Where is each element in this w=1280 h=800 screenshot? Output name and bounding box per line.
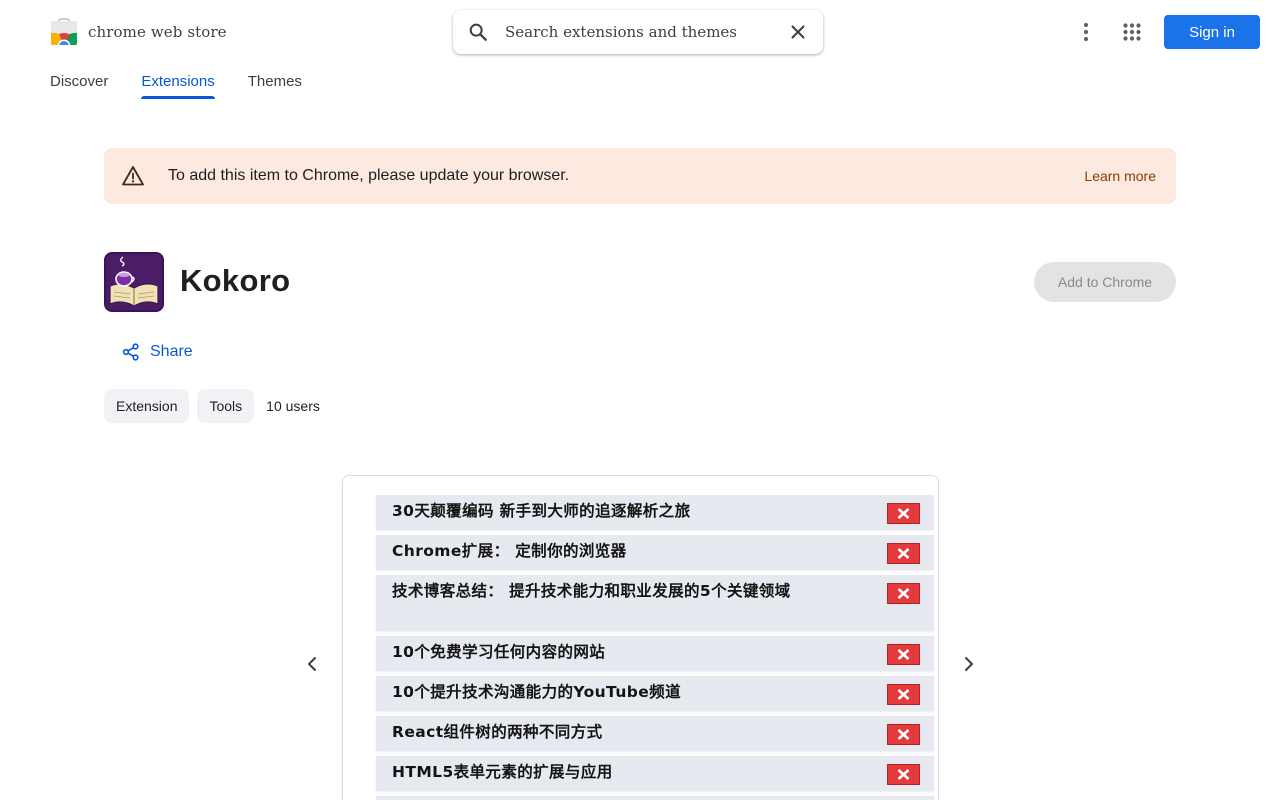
list-item: React组件树的两种不同方式 (376, 716, 934, 751)
list-item: 技术博客总结： 提升技术能力和职业发展的5个关键领域 (376, 575, 934, 631)
delete-icon (887, 684, 920, 705)
list-item-text: HTML5表单元素的扩展与应用 (392, 763, 613, 781)
kokoro-extension-icon (104, 252, 164, 312)
add-to-chrome-button[interactable]: Add to Chrome (1034, 262, 1176, 302)
list-item-text: 30天颠覆编码 新手到大师的追逐解析之旅 (392, 502, 691, 520)
carousel-next-button[interactable] (953, 648, 985, 680)
learn-more-link[interactable]: Learn more (1084, 168, 1156, 184)
top-header: chrome web store Sign in (0, 0, 1280, 64)
list-item: 10个提升技术沟通能力的YouTube频道 (376, 676, 934, 711)
list-item: 10个免费学习任何内容的网站 (376, 636, 934, 671)
apps-grid-icon (1123, 23, 1141, 41)
share-button[interactable]: Share (116, 336, 199, 368)
tab-discover[interactable]: Discover (50, 70, 108, 100)
item-title: Kokoro (180, 263, 291, 298)
google-apps-button[interactable] (1116, 16, 1148, 48)
tab-themes[interactable]: Themes (248, 70, 302, 100)
delete-icon (887, 583, 920, 604)
list-item-text: 10个提升技术沟通能力的YouTube频道 (392, 683, 681, 701)
list-item: Chrome扩展： 定制你的浏览器 (376, 535, 934, 570)
more-options-button[interactable] (1070, 16, 1102, 48)
delete-icon (887, 644, 920, 665)
list-item: 30天颠覆编码 新手到大师的追逐解析之旅 (376, 495, 934, 530)
search-input[interactable] (505, 10, 775, 54)
more-vert-icon (1083, 22, 1089, 42)
list-item-text: 技术博客总结： 提升技术能力和职业发展的5个关键领域 (392, 582, 791, 600)
store-name: chrome web store (88, 23, 227, 41)
list-item-text: React组件树的两种不同方式 (392, 723, 603, 741)
delete-icon (887, 503, 920, 524)
list-item: HTML5表单元素的扩展与应用 (376, 756, 934, 791)
tab-extensions[interactable]: Extensions (141, 70, 216, 100)
user-count: 10 users (266, 398, 320, 414)
chevron-left-icon (308, 657, 316, 671)
list-item-text: 10个免费学习任何内容的网站 (392, 643, 606, 661)
carousel-prev-button[interactable] (296, 648, 328, 680)
sign-in-button[interactable]: Sign in (1164, 15, 1260, 49)
share-icon (122, 343, 139, 361)
share-label: Share (150, 343, 193, 360)
screenshot-preview: 30天颠覆编码 新手到大师的追逐解析之旅 Chrome扩展： 定制你的浏览器 技… (343, 476, 938, 800)
list-item-text: Chrome扩展： 定制你的浏览器 (392, 542, 627, 560)
chevron-right-icon (965, 657, 973, 671)
category-tabs: Discover Extensions Themes (50, 70, 335, 102)
chip-extension[interactable]: Extension (104, 389, 190, 423)
warning-icon (122, 166, 144, 186)
banner-message: To add this item to Chrome, please updat… (168, 167, 570, 184)
chrome-web-store-icon (51, 18, 77, 45)
search-box (453, 10, 823, 54)
store-logo-link[interactable]: chrome web store (50, 18, 227, 46)
clear-search-icon[interactable] (787, 21, 809, 43)
item-chips: Extension Tools 10 users (104, 389, 320, 423)
list-item (376, 796, 934, 800)
chip-tools[interactable]: Tools (197, 389, 255, 423)
delete-icon (887, 543, 920, 564)
update-browser-banner: To add this item to Chrome, please updat… (104, 148, 1176, 204)
delete-icon (887, 724, 920, 745)
delete-icon (887, 764, 920, 785)
search-icon[interactable] (467, 21, 489, 43)
